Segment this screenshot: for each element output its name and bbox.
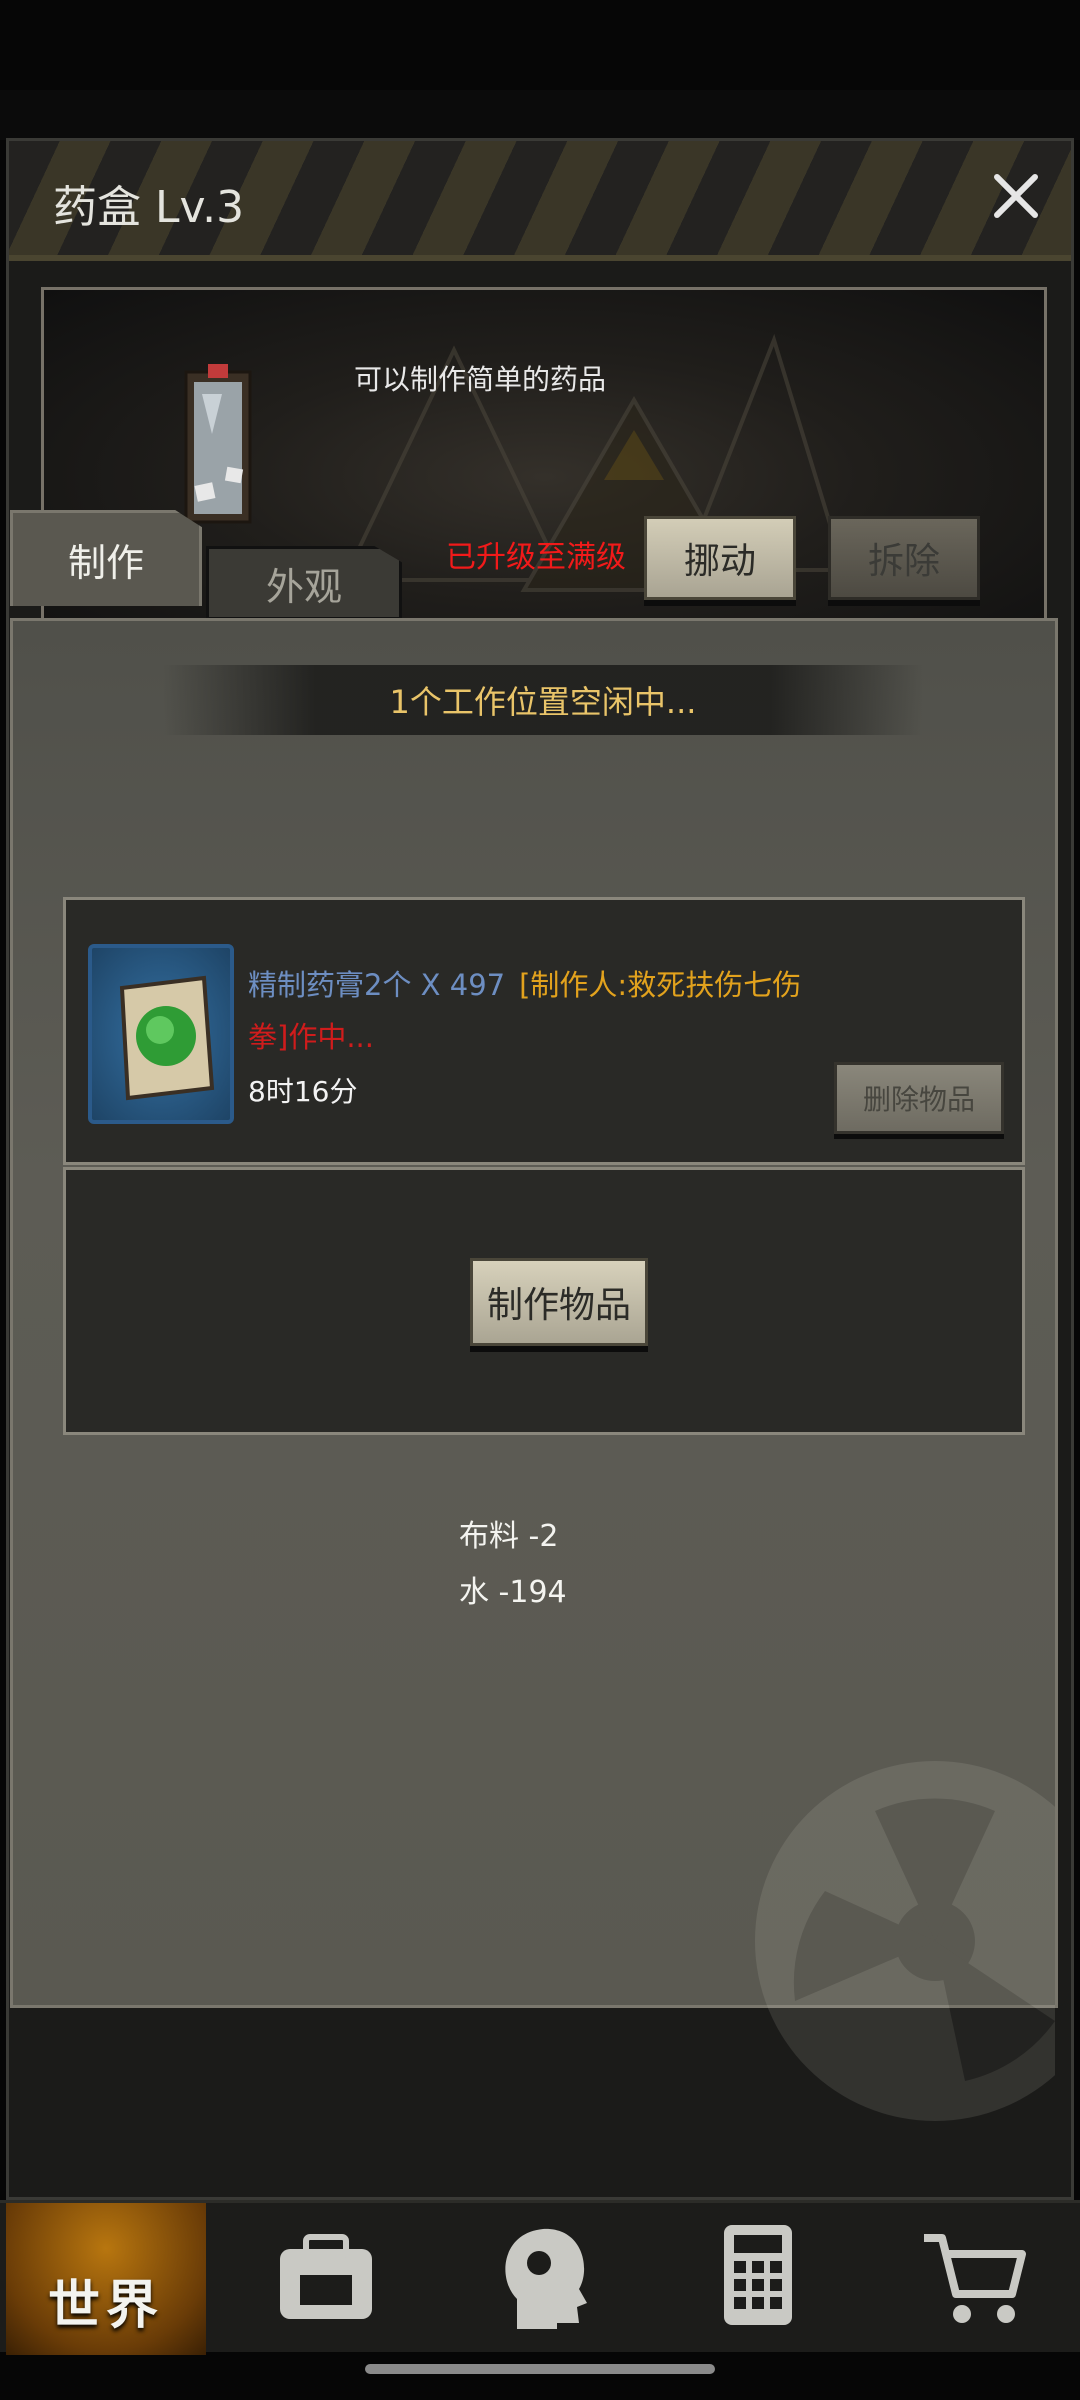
- workslot-status-banner: 1个工作位置空闲中...: [163, 665, 923, 735]
- craft-item-name: 精制药膏2个 X 497: [248, 968, 506, 1002]
- crafting-slot: 精制药膏2个 X 497 [制作人:救死扶伤七伤 拳]作中... 8时16分 删除…: [63, 897, 1025, 1165]
- craft-item-line: 精制药膏2个 X 497 [制作人:救死扶伤七伤: [248, 962, 801, 1004]
- nav-backpack[interactable]: [226, 2203, 426, 2355]
- ointment-item-icon[interactable]: [88, 944, 234, 1124]
- nav-calculator[interactable]: [658, 2203, 858, 2355]
- delete-item-button[interactable]: 删除物品: [834, 1062, 1004, 1134]
- cart-icon: [924, 2234, 1026, 2323]
- crafter-name: [制作人:救死扶伤七伤: [519, 968, 802, 1002]
- crafting-content: 1个工作位置空闲中... 精制药膏2个 X 497 [制作人:救死扶伤七伤 拳]作…: [10, 618, 1058, 2121]
- nav-shop[interactable]: [874, 2203, 1074, 2355]
- bottom-navigation: 世界: [0, 2200, 1080, 2355]
- make-item-button[interactable]: 制作物品: [470, 1258, 648, 1346]
- material-costs: 布料 -2 水 -194: [459, 1509, 567, 1621]
- top-status-strip: [0, 90, 1080, 140]
- cost-water: 水 -194: [459, 1575, 567, 1610]
- tab-appearance[interactable]: 外观: [206, 546, 402, 620]
- empty-crafting-slot: 制作物品: [63, 1167, 1025, 1435]
- calculator-icon: [724, 2225, 792, 2325]
- close-icon[interactable]: [981, 161, 1051, 231]
- tab-craft[interactable]: 制作: [10, 510, 202, 606]
- craft-progress-status: 拳]作中...: [248, 1020, 374, 1054]
- nav-world-label: 世界: [47, 2276, 164, 2336]
- max-level-status: 已升级至满级: [446, 540, 626, 575]
- nav-world[interactable]: 世界: [6, 2203, 206, 2355]
- panel-header: 药盒 Lv.3: [9, 141, 1071, 261]
- panel-title: 药盒 Lv.3: [53, 182, 245, 233]
- radiation-watermark-icon: [755, 1761, 1055, 2121]
- medkit-cabinet-icon: [184, 364, 252, 524]
- cost-cloth: 布料 -2: [459, 1519, 559, 1554]
- move-button[interactable]: 挪动: [644, 516, 796, 600]
- nav-character[interactable]: [442, 2203, 642, 2355]
- ointment-icon: [119, 975, 215, 1101]
- building-description: 可以制作简单的药品: [354, 363, 607, 396]
- head-icon: [505, 2228, 587, 2329]
- dismantle-button[interactable]: 拆除: [828, 516, 980, 600]
- backpack-icon: [280, 2234, 372, 2319]
- craft-time-remaining: 8时16分: [248, 1075, 358, 1108]
- home-indicator[interactable]: [365, 2364, 715, 2374]
